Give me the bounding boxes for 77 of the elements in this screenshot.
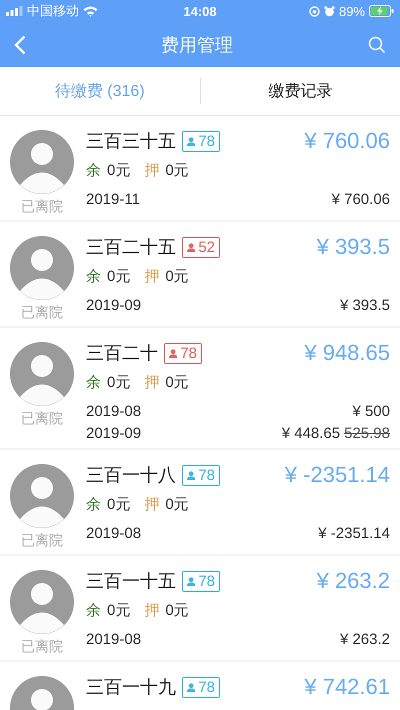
bed-tag: 52 (182, 236, 220, 258)
balance-label: 余 (86, 494, 101, 514)
bill-month: 2019-11 (86, 190, 140, 208)
balance-value: 0元 (107, 160, 130, 180)
rotation-lock-icon (308, 6, 320, 16)
balance-value: 0元 (107, 600, 130, 620)
avatar-icon (10, 342, 74, 406)
balance-label: 余 (86, 160, 101, 180)
battery-percent: 89% (338, 4, 365, 18)
deposit-value: 0元 (165, 494, 189, 514)
bill-month: 2019-09 (86, 296, 142, 314)
bed-tag: 78 (182, 676, 220, 698)
bill-month: 2019-08 (86, 630, 142, 648)
patient-row[interactable]: 已离院 三百二十 78 ¥ 948.65 余 0元 押 0元 2019-08 ¥ 500 2019-09 ¥ 448.65 525.98 (0, 328, 400, 448)
signal-icon (6, 6, 23, 16)
avatar-icon (10, 570, 74, 634)
bill-amount: ¥ 393.5 (340, 296, 390, 314)
deposit-label: 押 (144, 160, 160, 180)
bed-tag: 78 (182, 130, 220, 152)
bed-tag: 78 (164, 342, 202, 364)
total-amount: ¥ 263.2 (316, 568, 390, 594)
bill-amount: ¥ 448.65 (282, 424, 340, 442)
patient-name: 三百二十 (86, 342, 158, 365)
bed-tag: 78 (182, 570, 220, 592)
avatar-icon (10, 464, 74, 528)
patient-row[interactable]: 已离院 三百三十五 78 ¥ 760.06 余 0元 押 0元 2019-11 ¥ 760.06 (0, 116, 400, 220)
patient-name: 三百一十九 (86, 676, 176, 699)
bill-amount: ¥ 760.06 (332, 190, 390, 208)
discharged-label: 已离院 (21, 304, 63, 322)
search-icon (368, 36, 386, 54)
clock-time: 14:08 (183, 4, 217, 18)
carrier-name: 中国移动 (27, 2, 79, 20)
patient-name: 三百一十五 (86, 570, 176, 593)
patient-row[interactable]: 已离院 三百一十五 78 ¥ 263.2 余 0元 押 0元 2019-08 ¥ 263.2 (0, 556, 400, 660)
deposit-value: 0元 (165, 266, 189, 286)
deposit-label: 押 (144, 372, 160, 392)
discharged-label: 已离院 (21, 532, 63, 550)
total-amount: ¥ 742.61 (304, 674, 390, 700)
bed-tag: 78 (182, 464, 220, 486)
deposit-value: 0元 (165, 160, 189, 180)
wifi-icon (83, 6, 98, 16)
balance-label: 余 (86, 266, 101, 286)
deposit-label: 押 (144, 600, 160, 620)
total-amount: ¥ -2351.14 (284, 462, 390, 488)
bill-amount: ¥ 500 (352, 402, 390, 420)
battery-charging-icon (369, 5, 394, 17)
patient-name: 三百二十五 (86, 236, 176, 259)
patient-name: 三百一十八 (86, 464, 176, 487)
avatar-icon (10, 130, 74, 194)
bill-amount: ¥ 263.2 (340, 630, 390, 648)
total-amount: ¥ 393.5 (316, 234, 390, 260)
bill-amount: ¥ -2351.14 (318, 524, 390, 542)
deposit-value: 0元 (165, 600, 189, 620)
original-amount: 525.98 (344, 424, 390, 442)
balance-value: 0元 (107, 372, 130, 392)
bill-month: 2019-09 (86, 424, 142, 442)
bill-month: 2019-08 (86, 402, 142, 420)
deposit-label: 押 (144, 494, 160, 514)
deposit-label: 押 (144, 266, 160, 286)
discharged-label: 已离院 (21, 410, 63, 428)
patient-name: 三百三十五 (86, 130, 176, 153)
total-amount: ¥ 760.06 (304, 128, 390, 154)
page-title: 费用管理 (161, 34, 233, 56)
balance-label: 余 (86, 600, 101, 620)
total-amount: ¥ 948.65 (304, 340, 390, 366)
patient-row[interactable]: 已离院 三百二十五 52 ¥ 393.5 余 0元 押 0元 2019-09 ¥ 393.5 (0, 222, 400, 326)
deposit-value: 0元 (165, 372, 189, 392)
tab[interactable]: 缴费记录 (200, 67, 400, 115)
balance-value: 0元 (107, 494, 130, 514)
avatar-icon (10, 236, 74, 300)
bill-month: 2019-08 (86, 524, 142, 542)
patient-row[interactable]: 已离院 三百一十八 78 ¥ -2351.14 余 0元 押 0元 2019-08 ¥ -2351.14 (0, 450, 400, 554)
patient-row[interactable]: 三百一十九 78 ¥ 742.61 (0, 662, 400, 710)
discharged-label: 已离院 (21, 638, 63, 656)
balance-value: 0元 (107, 266, 130, 286)
discharged-label: 已离院 (21, 198, 63, 216)
balance-label: 余 (86, 372, 101, 392)
